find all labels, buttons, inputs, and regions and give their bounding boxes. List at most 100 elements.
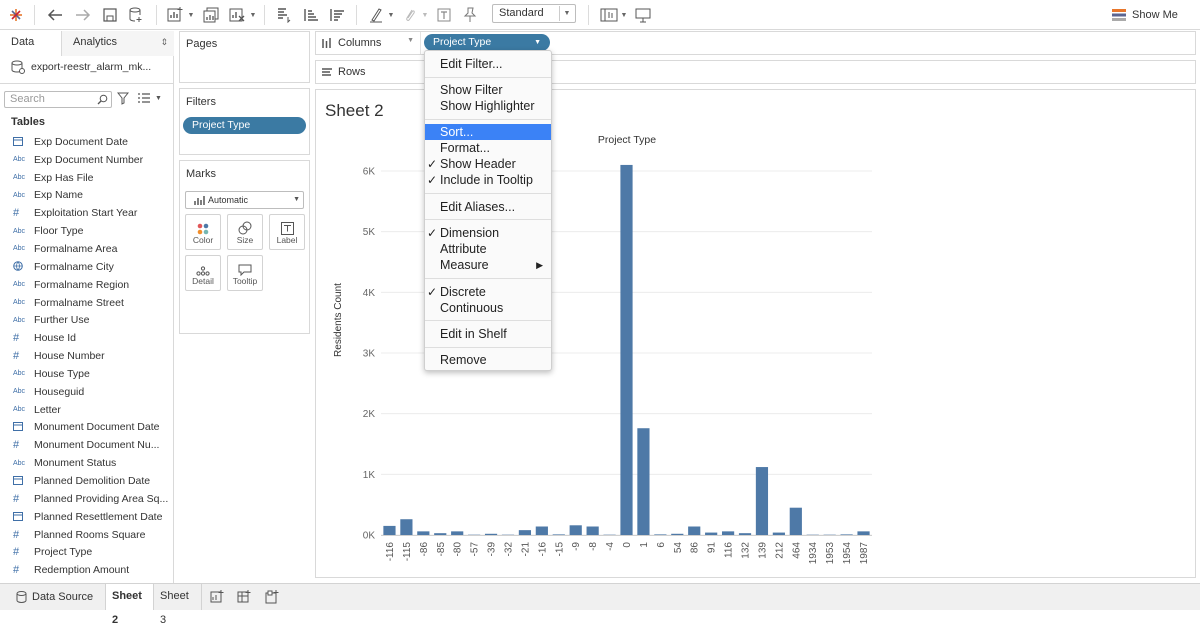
field-item[interactable]: Formalname City (0, 258, 174, 276)
tab-sheet-3[interactable]: Sheet 3 (154, 584, 202, 626)
show-me-label: Show Me (1132, 9, 1178, 21)
field-name: Redemption Amount (34, 564, 130, 577)
search-input[interactable]: Search (4, 91, 112, 108)
show-cards-icon[interactable] (597, 4, 621, 26)
field-item[interactable]: # Project Type (0, 544, 174, 562)
x-tick-label: 86 (690, 542, 701, 554)
new-worksheet-icon[interactable] (164, 4, 186, 26)
clear-sheet-icon[interactable] (226, 4, 248, 26)
field-item[interactable]: Abc Exp Document Number (0, 151, 174, 169)
menu-item-include-in-tooltip[interactable]: ✓ Include in Tooltip (425, 172, 551, 188)
sort-ascending-icon[interactable] (300, 4, 322, 26)
new-story-icon[interactable] (265, 590, 279, 607)
field-item[interactable]: Abc Formalname Area (0, 240, 174, 258)
field-item[interactable]: # Monument Document Nu... (0, 436, 174, 454)
menu-item-discrete[interactable]: ✓ Discrete (425, 284, 551, 300)
field-item[interactable]: Abc Monument Status (0, 454, 174, 472)
field-item[interactable]: # House Id (0, 329, 174, 347)
field-item[interactable]: # House Number (0, 347, 174, 365)
chevron-down-icon[interactable]: ▼ (387, 4, 395, 26)
menu-item-continuous[interactable]: Continuous (425, 300, 551, 316)
data-pane: Data Analytics ⇕ export-reestr_alarm_mk.… (0, 31, 174, 583)
new-datasource-icon[interactable] (126, 4, 146, 26)
redo-icon[interactable] (72, 4, 94, 26)
color-button[interactable]: Color (185, 214, 221, 250)
menu-item-sort[interactable]: Sort... (425, 124, 551, 140)
undo-icon[interactable] (44, 4, 66, 26)
new-worksheet-icon[interactable] (210, 590, 224, 607)
tab-analytics[interactable]: Analytics ⇕ (62, 31, 174, 56)
menu-item-measure[interactable]: Measure ▶ (425, 257, 551, 273)
chevron-down-icon[interactable]: ▼ (249, 4, 257, 26)
show-mark-labels-icon[interactable] (434, 4, 454, 26)
menu-item-format[interactable]: Format... (425, 140, 551, 156)
field-item[interactable]: # Planned Rooms Square (0, 526, 174, 544)
search-icon (97, 92, 108, 110)
field-item[interactable]: Exp Document Date (0, 133, 174, 151)
menu-item-show-highlighter[interactable]: Show Highlighter (425, 98, 551, 114)
chevron-down-icon[interactable]: ▼ (187, 4, 195, 26)
highlight-icon[interactable] (366, 4, 386, 26)
tab-data[interactable]: Data (0, 31, 62, 56)
column-pill-label: Project Type (433, 36, 492, 48)
pages-card[interactable]: Pages (179, 31, 310, 83)
tooltip-button[interactable]: Tooltip (227, 255, 263, 291)
field-item[interactable]: Planned Resettlement Date (0, 508, 174, 526)
datasource-item[interactable]: export-reestr_alarm_mk... (11, 60, 151, 74)
date-type-icon (0, 421, 34, 433)
fit-mode-select[interactable]: Standard ▼ (492, 4, 576, 23)
duplicate-sheet-icon[interactable] (200, 4, 222, 26)
filter-icon[interactable] (116, 92, 130, 108)
filters-card[interactable]: Filters Project Type (179, 88, 310, 155)
chevron-down-icon[interactable]: ▼ (620, 4, 628, 26)
field-item[interactable]: # Planned Providing Area Sq... (0, 490, 174, 508)
y-tick-label: 4K (363, 288, 376, 299)
sort-descending-icon[interactable] (326, 4, 348, 26)
field-item[interactable]: Abc Floor Type (0, 222, 174, 240)
menu-item-edit-aliases[interactable]: Edit Aliases... (425, 199, 551, 215)
field-item[interactable]: Abc Formalname Region (0, 276, 174, 294)
string-type-icon: Abc (13, 156, 26, 164)
fix-axes-pin-icon[interactable] (460, 4, 480, 26)
column-pill-project-type[interactable]: Project Type ▼ (424, 34, 550, 51)
field-item[interactable]: Abc Letter (0, 401, 174, 419)
field-item[interactable]: Abc Further Use (0, 312, 174, 330)
menu-item-remove[interactable]: Remove (425, 352, 551, 368)
field-item[interactable]: # Exploitation Start Year (0, 204, 174, 222)
field-item[interactable]: Planned Demolition Date (0, 472, 174, 490)
group-members-icon[interactable] (400, 4, 420, 26)
mark-type-select[interactable]: Automatic ▼ (185, 191, 304, 209)
pane-menu-icon[interactable]: ⇕ (160, 31, 168, 53)
menu-item-dimension[interactable]: ✓ Dimension (425, 225, 551, 241)
chevron-down-icon[interactable]: ▼ (421, 4, 429, 26)
field-item[interactable]: # Redemption Amount (0, 561, 174, 579)
field-name: Monument Document Date (34, 421, 160, 434)
search-placeholder: Search (10, 93, 45, 105)
menu-item-show-filter[interactable]: Show Filter (425, 82, 551, 98)
tableau-logo-icon[interactable] (6, 4, 26, 26)
filter-pill-project-type[interactable]: Project Type (183, 117, 306, 134)
field-item[interactable]: Abc House Type (0, 365, 174, 383)
columns-shelf-label: Columns ▼ (316, 32, 421, 54)
field-item[interactable]: Abc Exp Has File (0, 169, 174, 187)
tab-sheet-2[interactable]: Sheet 2 (106, 584, 154, 626)
label-button[interactable]: Label (269, 214, 305, 250)
data-source-tab[interactable]: Data Source (10, 584, 106, 610)
new-dashboard-icon[interactable] (237, 590, 251, 607)
menu-item-edit-filter[interactable]: Edit Filter... (425, 56, 551, 72)
presentation-mode-icon[interactable] (632, 4, 654, 26)
swap-rows-columns-icon[interactable] (272, 4, 294, 26)
field-item[interactable]: Abc Exp Name (0, 187, 174, 205)
field-item[interactable]: Abc Formalname Street (0, 294, 174, 312)
menu-item-show-header[interactable]: ✓ Show Header (425, 156, 551, 172)
detail-button[interactable]: Detail (185, 255, 221, 291)
menu-item-edit-in-shelf[interactable]: Edit in Shelf (425, 326, 551, 342)
size-button[interactable]: Size (227, 214, 263, 250)
view-options-icon[interactable]: ▼ (137, 92, 162, 104)
save-icon[interactable] (100, 4, 120, 26)
x-tick-label: -116 (385, 542, 396, 562)
field-item[interactable]: Monument Document Date (0, 419, 174, 437)
field-item[interactable]: Abc Houseguid (0, 383, 174, 401)
menu-item-attribute[interactable]: Attribute (425, 241, 551, 257)
show-me-button[interactable]: Show Me (1112, 6, 1178, 24)
